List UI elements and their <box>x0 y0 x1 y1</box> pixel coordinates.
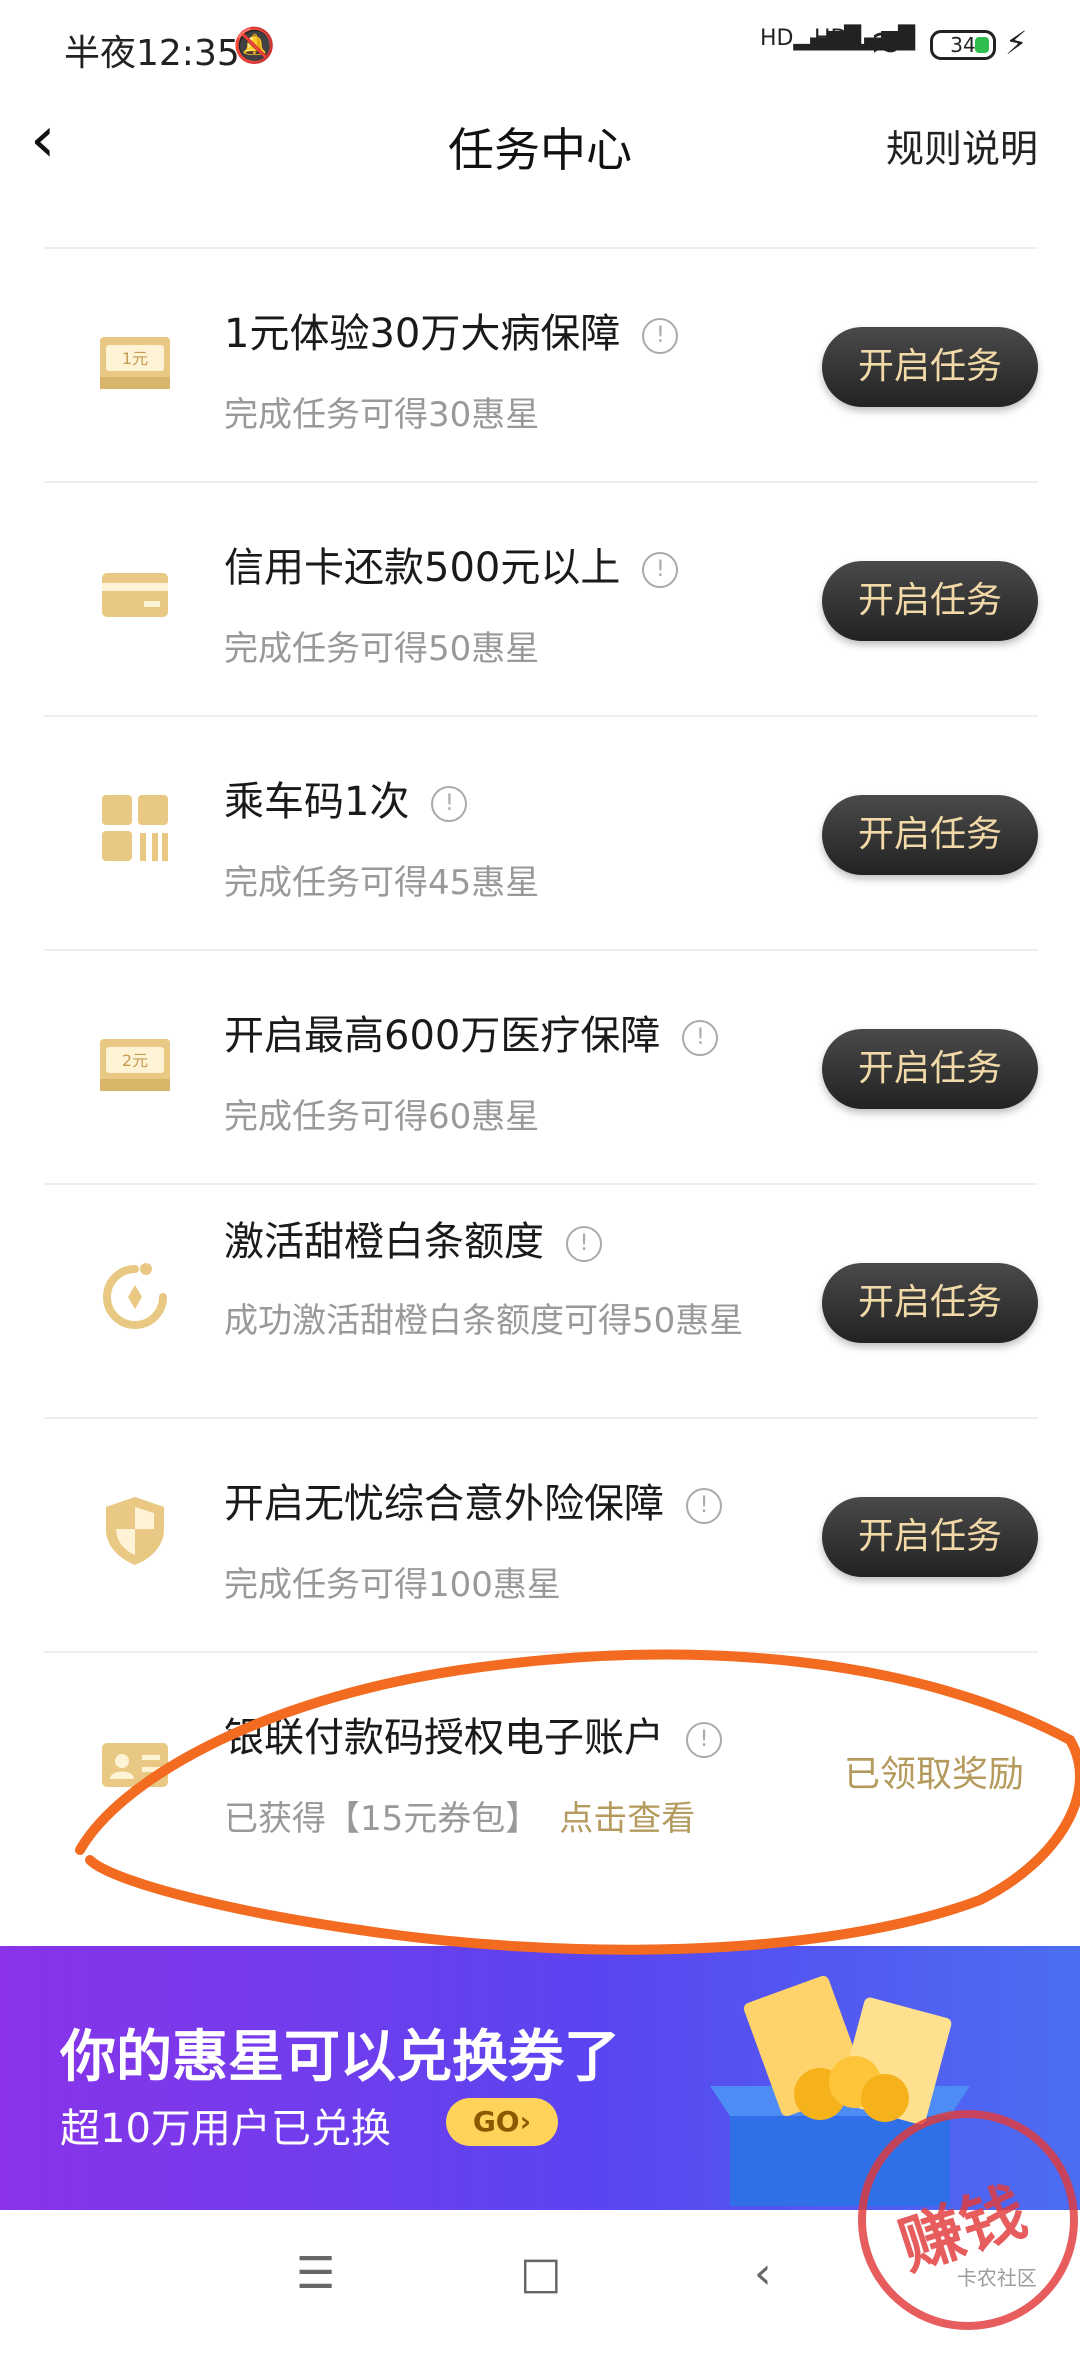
info-icon[interactable]: ! <box>686 1488 722 1524</box>
home-icon[interactable]: □ <box>520 2248 562 2299</box>
view-link[interactable]: 点击查看 <box>559 1799 695 1839</box>
info-icon[interactable]: ! <box>566 1226 602 1262</box>
info-icon[interactable]: ! <box>682 1020 719 1056</box>
task-subtitle: 完成任务可得60惠星 <box>224 1097 540 1137</box>
start-task-button[interactable]: 开启任务 <box>822 327 1038 407</box>
bell-off-icon: 🔕 <box>233 26 276 66</box>
ticket-2yuan-icon: 2元 <box>94 1021 176 1103</box>
banner-title: 你的惠星可以兑换券了 <box>60 2025 620 2090</box>
qr-code-icon <box>94 787 176 869</box>
start-task-button[interactable]: 开启任务 <box>822 1497 1038 1577</box>
status-bar: 半夜12:35 🔕 HD▂▄▆█ HD▂▄▆█ ≋ 34 ⚡ <box>0 0 1080 95</box>
go-button[interactable]: GO› <box>446 2098 558 2146</box>
task-item: 2元 开启最高600万医疗保障! 完成任务可得60惠星 开启任务 <box>44 949 1038 1183</box>
task-item: 激活甜橙白条额度! 成功激活甜橙白条额度可得50惠星 开启任务 <box>44 1183 1038 1417</box>
info-icon[interactable]: ! <box>642 552 679 588</box>
task-title: 信用卡还款500元以上! <box>224 535 679 593</box>
task-subtitle: 完成任务可得50惠星 <box>224 629 540 669</box>
task-subtitle: 成功激活甜橙白条额度可得50惠星 <box>224 1301 744 1341</box>
task-item: 1元 1元体验30万大病保障! 完成任务可得30惠星 开启任务 <box>44 247 1038 481</box>
task-item: 银联付款码授权电子账户! 已获得【15元券包】 点击查看 已领取奖励 <box>44 1651 1038 1885</box>
task-title: 银联付款码授权电子账户! <box>224 1705 722 1763</box>
svg-text:2元: 2元 <box>122 1051 148 1070</box>
menu-icon[interactable]: ☰ <box>296 2248 335 2299</box>
wifi-icon: ≋ <box>870 20 902 64</box>
battery-level: 34 <box>950 33 976 57</box>
task-title: 开启最高600万医疗保障! <box>224 1003 719 1061</box>
shield-icon <box>94 1489 176 1571</box>
id-card-icon <box>94 1723 176 1805</box>
status-time: 半夜12:35 <box>64 33 240 74</box>
orange-credit-icon <box>94 1255 176 1337</box>
task-item: 信用卡还款500元以上! 完成任务可得50惠星 开启任务 <box>44 481 1038 715</box>
reward-claimed-label: 已领取奖励 <box>843 1754 1024 1795</box>
task-item: 开启无忧综合意外险保障! 完成任务可得100惠星 开启任务 <box>44 1417 1038 1651</box>
nav-bar: ‹ 任务中心 规则说明 <box>0 100 1080 210</box>
banner-subtitle: 超10万用户已兑换 <box>60 2106 391 2152</box>
start-task-button[interactable]: 开启任务 <box>822 795 1038 875</box>
task-title: 乘车码1次! <box>224 769 468 827</box>
task-subtitle: 已获得【15元券包】 点击查看 <box>224 1799 696 1839</box>
battery-icon: 34 <box>930 30 996 60</box>
task-title: 激活甜橙白条额度! <box>224 1209 602 1267</box>
back-nav-icon[interactable]: ‹ <box>754 2248 772 2299</box>
credit-card-icon <box>94 553 176 635</box>
info-icon[interactable]: ! <box>431 786 468 822</box>
svg-text:1元: 1元 <box>122 349 148 368</box>
info-icon[interactable]: ! <box>642 318 679 354</box>
rules-link[interactable]: 规则说明 <box>886 118 1038 173</box>
start-task-button[interactable]: 开启任务 <box>822 1029 1038 1109</box>
ticket-1yuan-icon: 1元 <box>94 319 176 401</box>
task-title: 1元体验30万大病保障! <box>224 301 679 359</box>
task-subtitle: 完成任务可得45惠星 <box>224 863 540 903</box>
stamp-sub: 卡农社区 <box>956 2265 1037 2290</box>
charging-icon: ⚡ <box>1005 24 1028 62</box>
start-task-button[interactable]: 开启任务 <box>822 561 1038 641</box>
start-task-button[interactable]: 开启任务 <box>822 1263 1038 1343</box>
task-subtitle: 完成任务可得100惠星 <box>224 1565 561 1605</box>
task-list: 1元 1元体验30万大病保障! 完成任务可得30惠星 开启任务 信用卡还款500… <box>44 247 1038 1885</box>
task-title: 开启无忧综合意外险保障! <box>224 1471 722 1529</box>
info-icon[interactable]: ! <box>686 1722 722 1758</box>
task-item: 乘车码1次! 完成任务可得45惠星 开启任务 <box>44 715 1038 949</box>
task-subtitle: 完成任务可得30惠星 <box>224 395 540 435</box>
